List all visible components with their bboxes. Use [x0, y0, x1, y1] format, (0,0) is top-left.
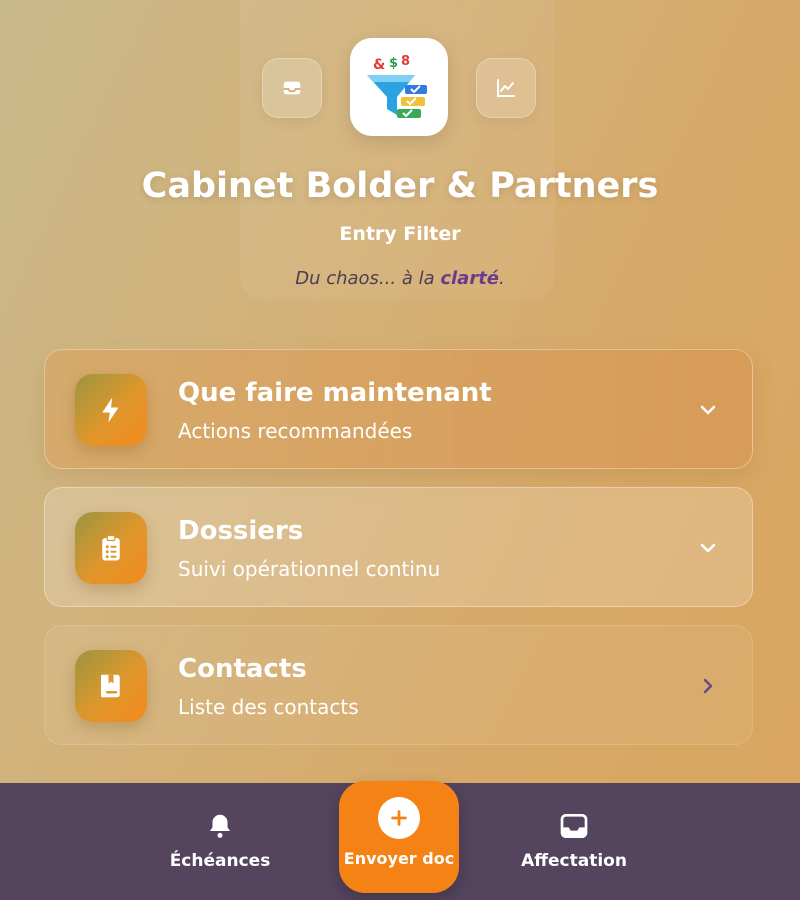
app-logo: & $ 8: [350, 38, 448, 136]
tagline-prefix: Du chaos... à la: [295, 268, 435, 289]
card-title: Contacts: [178, 654, 307, 684]
chevron-down-icon[interactable]: [696, 398, 720, 422]
card-contacts[interactable]: Contacts Liste des contacts: [44, 625, 753, 745]
clipboard-list-icon: [102, 534, 120, 561]
nav-label: Échéances: [169, 851, 271, 871]
tagline-suffix: .: [499, 268, 505, 289]
address-book-icon: [101, 674, 120, 698]
lightning-icon: [102, 397, 119, 423]
funnel-logo-icon: & $ 8: [367, 54, 427, 118]
card-subtitle: Liste des contacts: [178, 695, 359, 719]
chevron-down-icon[interactable]: [696, 536, 720, 560]
inbox-tray-icon: [557, 809, 591, 843]
tagline-accent: clarté: [440, 268, 500, 289]
analytics-button[interactable]: [476, 58, 536, 118]
card-dossiers[interactable]: Dossiers Suivi opérationnel continu: [44, 487, 753, 607]
svg-text:8: 8: [401, 54, 410, 69]
send-document-button[interactable]: Envoyer doc: [339, 781, 459, 893]
card-icon-badge: [75, 650, 147, 722]
inbox-button[interactable]: [262, 58, 322, 118]
card-subtitle: Actions recommandées: [178, 419, 413, 443]
svg-text:$: $: [389, 56, 398, 71]
page-title: Cabinet Bolder & Partners: [141, 166, 659, 206]
tagline: Du chaos... à la clarté.: [0, 268, 800, 289]
fab-label: Envoyer doc: [343, 849, 455, 868]
bell-icon: [203, 809, 237, 843]
card-icon-badge: [75, 374, 147, 446]
nav-label: Affectation: [521, 851, 627, 871]
card-title: Dossiers: [178, 516, 304, 546]
card-que-faire-maintenant[interactable]: Que faire maintenant Actions recommandée…: [44, 349, 753, 469]
chevron-right-icon[interactable]: [696, 674, 720, 698]
plus-circle-icon: [378, 797, 420, 839]
svg-text:&: &: [373, 57, 385, 73]
page-subtitle: Entry Filter: [339, 223, 461, 245]
card-icon-badge: [75, 512, 147, 584]
chart-line-icon: [497, 79, 515, 97]
nav-echeances[interactable]: Échéances: [160, 783, 280, 900]
nav-affectation[interactable]: Affectation: [514, 783, 634, 900]
card-title: Que faire maintenant: [178, 378, 492, 408]
card-subtitle: Suivi opérationnel continu: [178, 557, 441, 581]
inbox-icon: [283, 81, 301, 95]
app-header: & $ 8 Cabinet Bolder & Partners Entry Fi…: [0, 0, 800, 330]
